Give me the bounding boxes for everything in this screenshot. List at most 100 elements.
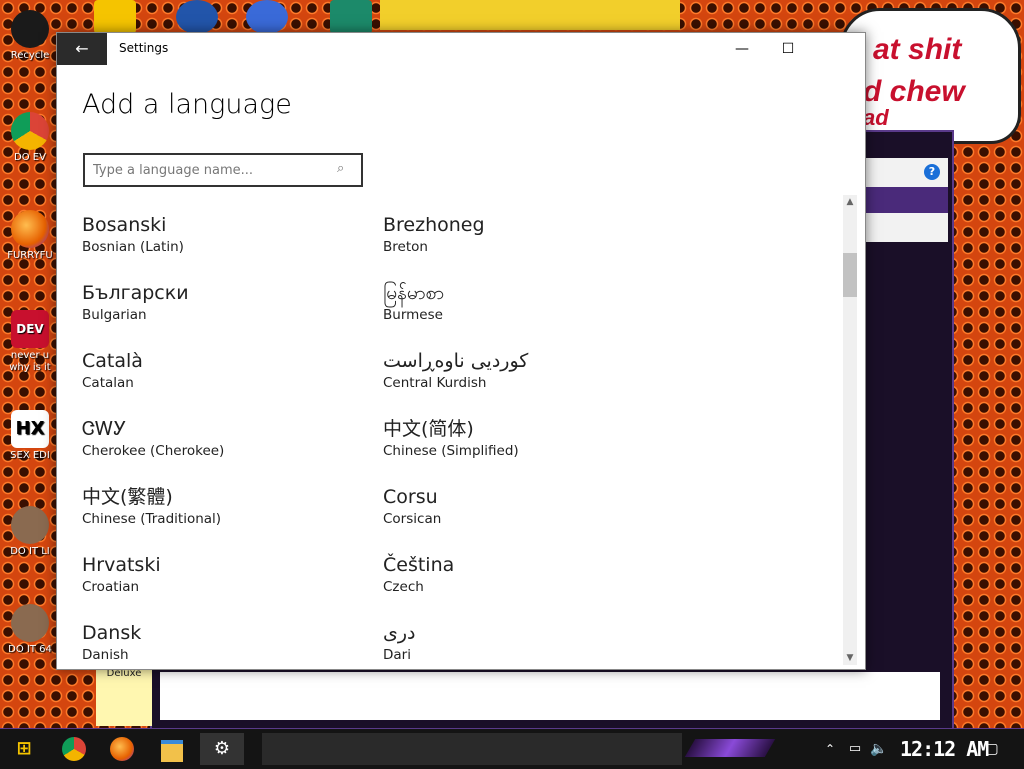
language-native-name: Български <box>82 282 189 304</box>
scroll-up-icon[interactable]: ▲ <box>843 195 857 209</box>
language-search-box[interactable]: ⌕ <box>83 153 363 187</box>
start-icon[interactable]: ⊞ <box>6 733 42 765</box>
speech-bubble: at shit d chew ad <box>840 8 1021 144</box>
page-title: Add a language <box>82 89 292 120</box>
language-native-name: Hrvatski <box>82 554 161 576</box>
desktop-icon-devcpp[interactable]: DEV never u why is it <box>4 310 56 374</box>
background-window-content <box>160 672 940 720</box>
desktop-icon-label: DO IT 64 <box>8 644 52 655</box>
language-native-name: ᏣᎳᎩ <box>82 418 127 440</box>
portrait-icon <box>11 506 49 544</box>
window-title: Settings <box>119 41 169 55</box>
language-native-name: Bosanski <box>82 214 167 236</box>
language-english-name: Chinese (Simplified) <box>383 443 519 459</box>
language-native-name: 中文(繁體) <box>82 486 173 508</box>
language-item[interactable]: کوردیی ناوەڕاست Central Kurdish <box>383 349 663 391</box>
language-search-input[interactable] <box>93 160 333 180</box>
language-english-name: Central Kurdish <box>383 375 487 391</box>
language-english-name: Danish <box>82 647 129 663</box>
language-english-name: Chinese (Traditional) <box>82 511 222 527</box>
scrollbar[interactable]: ▲ ▼ <box>843 195 857 665</box>
desktop-icon-hex-editor[interactable]: HX SEX EDI <box>4 410 56 462</box>
language-item[interactable]: Brezhoneg Breton <box>383 213 663 255</box>
desktop-icon-label: never u why is it <box>9 350 51 373</box>
language-item[interactable]: Dansk Danish <box>82 621 362 663</box>
chrome-icon[interactable] <box>56 733 92 765</box>
taskbar-decor <box>684 739 776 757</box>
maximize-button[interactable]: ☐ <box>765 33 811 65</box>
top-app-icon[interactable] <box>176 0 218 34</box>
language-item[interactable]: 中文(繁體) Chinese (Traditional) <box>82 485 362 527</box>
desktop-icon-label: Recycle <box>10 50 50 61</box>
title-bar[interactable]: ← Settings — ☐ <box>57 33 865 65</box>
language-english-name: Catalan <box>82 375 134 391</box>
desktop-icon-label: FURRYFU <box>7 250 53 261</box>
language-english-name: Bulgarian <box>82 307 147 323</box>
language-native-name: မြန်မာစာ <box>383 282 445 304</box>
language-item[interactable]: Čeština Czech <box>383 553 663 595</box>
back-arrow-icon: ← <box>75 39 89 58</box>
desktop-icon-firefox[interactable]: FURRYFU <box>4 210 56 262</box>
top-app-icon[interactable] <box>246 0 288 34</box>
volume-icon[interactable]: 🔈 <box>868 733 890 765</box>
desktop-icon-label: DO IT LI <box>10 546 50 557</box>
notifications-icon[interactable]: ▢ <box>980 733 1004 765</box>
language-english-name: Czech <box>383 579 424 595</box>
language-item[interactable]: Hrvatski Croatian <box>82 553 362 595</box>
desktop-icon-portrait-1[interactable]: DO IT LI <box>4 506 56 558</box>
help-icon[interactable]: ? <box>924 164 940 180</box>
scrollbar-thumb[interactable] <box>843 253 857 297</box>
language-item[interactable]: 中文(简体) Chinese (Simplified) <box>383 417 663 459</box>
language-item[interactable]: Corsu Corsican <box>383 485 663 527</box>
devcpp-icon: DEV <box>11 310 49 348</box>
language-item[interactable]: မြန်မာစာ Burmese <box>383 281 663 323</box>
minimize-button[interactable]: — <box>719 33 765 65</box>
sticky-note: Deluxe <box>96 668 152 726</box>
search-icon[interactable]: ⌕ <box>337 161 355 179</box>
top-yellow-banner <box>380 0 680 30</box>
speech-line: d chew <box>863 75 965 108</box>
desktop-icon-chrome[interactable]: DO EV <box>4 112 56 164</box>
language-item[interactable]: Bosanski Bosnian (Latin) <box>82 213 362 255</box>
show-hidden-icons-icon[interactable]: ⌃ <box>820 733 840 765</box>
speech-line: ad <box>863 105 889 130</box>
language-english-name: Bosnian (Latin) <box>82 239 184 255</box>
portrait-icon <box>11 604 49 642</box>
desktop-icon-label: DO EV <box>14 152 46 163</box>
settings-gear-icon[interactable]: ⚙ <box>200 733 244 765</box>
language-item[interactable]: Català Catalan <box>82 349 362 391</box>
hex-editor-icon: HX <box>11 410 49 448</box>
back-button[interactable]: ← <box>57 33 107 65</box>
language-english-name: Corsican <box>383 511 442 527</box>
network-icon[interactable]: ▭ <box>844 733 866 765</box>
language-native-name: 中文(简体) <box>383 418 474 440</box>
firefox-icon[interactable] <box>104 733 140 765</box>
taskbar-decor <box>262 733 682 765</box>
language-english-name: Dari <box>383 647 411 663</box>
top-app-icon[interactable] <box>330 0 372 34</box>
language-native-name: Català <box>82 350 143 372</box>
background-address-bar[interactable] <box>864 187 948 213</box>
scroll-down-icon[interactable]: ▼ <box>843 651 857 665</box>
minimize-icon: — <box>735 41 749 57</box>
language-item[interactable]: Български Bulgarian <box>82 281 362 323</box>
taskbar-clock[interactable]: 12:12 AM <box>900 737 989 761</box>
top-app-icon[interactable] <box>94 0 136 34</box>
taskbar: ⊞ ⚙ ⌃ ▭ 🔈 12:12 AM ▢ <box>0 728 1024 769</box>
desktop-icon-portrait-2[interactable]: DO IT 64 <box>4 604 56 656</box>
language-native-name: کوردیی ناوەڕاست <box>383 350 529 372</box>
language-item[interactable]: ᏣᎳᎩ Cherokee (Cherokee) <box>82 417 362 459</box>
firefox-icon <box>11 210 49 248</box>
desktop-icon-recycle[interactable]: Recycle <box>4 10 56 62</box>
language-native-name: دری <box>383 622 416 644</box>
desktop-icon-label: SEX EDI <box>10 450 50 461</box>
speech-line: at shit <box>873 33 962 66</box>
file-explorer-icon[interactable] <box>154 733 190 765</box>
settings-window[interactable]: ← Settings — ☐ Add a language ⌕ Bosanski… <box>56 32 866 670</box>
language-item[interactable]: دری Dari <box>383 621 663 663</box>
language-native-name: Dansk <box>82 622 142 644</box>
recycle-bin-icon <box>11 10 49 48</box>
language-english-name: Croatian <box>82 579 140 595</box>
language-english-name: Cherokee (Cherokee) <box>82 443 225 459</box>
language-native-name: Brezhoneg <box>383 214 485 236</box>
